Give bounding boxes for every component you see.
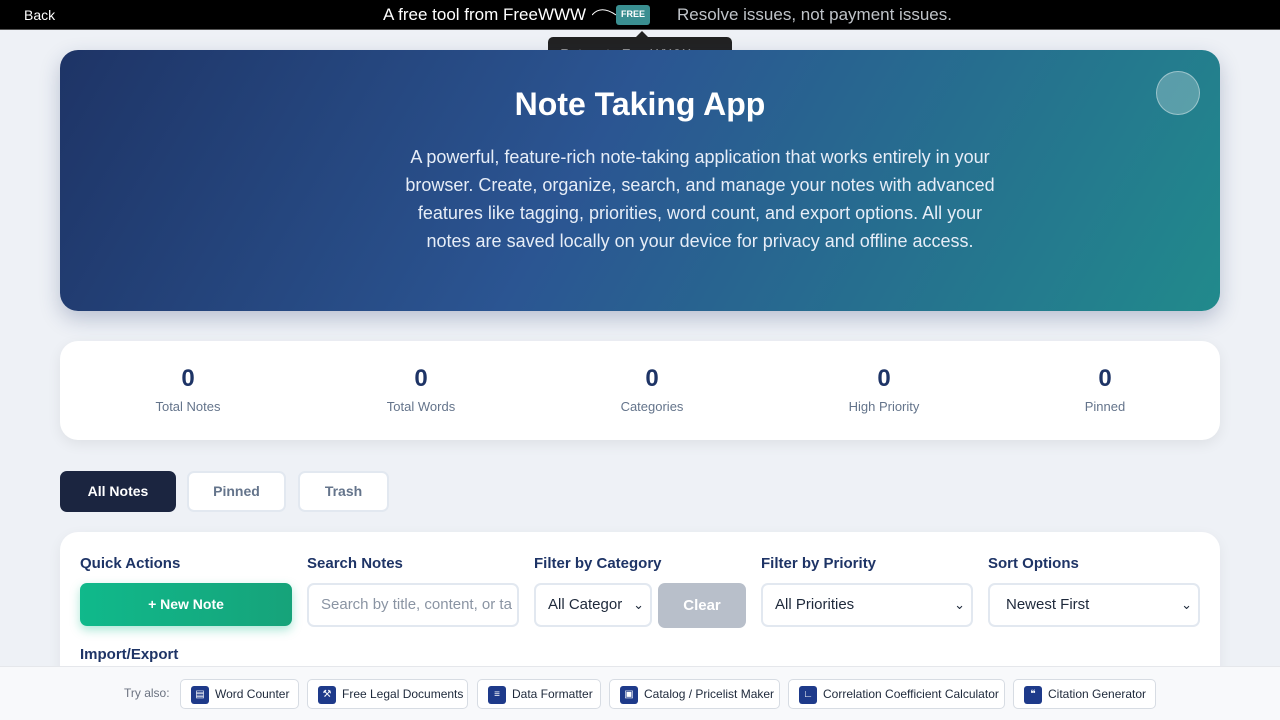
category-select-value: All Categor [548,596,623,613]
category-select[interactable]: All Categor ⌄ [534,583,652,627]
footer-link-correlation-coefficient-calculator[interactable]: ∟ Correlation Coefficient Calculator [788,679,1005,709]
sort-select-value: Newest First [1006,596,1090,613]
stat-value: 0 [1098,365,1112,392]
priority-select[interactable]: All Priorities ⌄ [761,583,973,627]
stat-value: 0 [181,365,195,392]
catalog-icon: ▣ [620,686,638,704]
stat-label: Total Words [386,399,456,414]
sort-label: Sort Options [988,555,1079,572]
quote-icon: ❝ [1024,686,1042,704]
sort-select[interactable]: Newest First ⌄ [988,583,1200,627]
back-link[interactable]: Back [24,7,55,23]
stat-total-words: 0 Total Words [321,365,521,414]
tab-pinned[interactable]: Pinned [187,471,286,512]
stat-value: 0 [877,365,891,392]
freewww-logo-icon[interactable]: FREE [592,4,650,26]
chart-icon: ∟ [799,686,817,704]
footer-link-label: Free Legal Documents [342,687,464,701]
footer-link-free-legal-documents[interactable]: ⚒ Free Legal Documents [307,679,468,709]
footer-link-data-formatter[interactable]: ≡ Data Formatter [477,679,601,709]
stat-high-priority: 0 High Priority [784,365,984,414]
brand-text: A free tool from FreeWWW [383,5,587,24]
footer-link-label: Data Formatter [512,687,593,701]
chevron-down-icon: ⌄ [954,597,965,612]
clear-button[interactable]: Clear [658,583,746,628]
stats-panel: 0 Total Notes 0 Total Words 0 Categories… [60,341,1220,440]
footer-link-label: Catalog / Pricelist Maker [644,687,775,701]
stat-label: Total Notes [155,399,221,414]
document-icon: ▤ [191,686,209,704]
quick-actions-label: Quick Actions [80,555,181,572]
logo-text: FREE [621,9,645,19]
chevron-down-icon: ⌄ [1181,597,1192,612]
category-label: Filter by Category [534,555,662,572]
footer-link-label: Word Counter [215,687,290,701]
footer-link-citation-generator[interactable]: ❝ Citation Generator [1013,679,1156,709]
footer-link-word-counter[interactable]: ▤ Word Counter [180,679,299,709]
priority-label: Filter by Priority [761,555,877,572]
try-also-label: Try also: [124,686,170,700]
footer-bar: Try also: ▤ Word Counter ⚒ Free Legal Do… [0,666,1280,720]
hero-banner: Note Taking App A powerful, feature-rich… [60,50,1220,311]
chevron-down-icon: ⌄ [633,597,644,612]
stat-value: 0 [414,365,428,392]
hero-description: A powerful, feature-rich note-taking app… [405,147,995,251]
new-note-button[interactable]: + New Note [80,583,292,626]
theme-toggle-button[interactable] [1156,71,1200,115]
tagline: Resolve issues, not payment issues. [677,5,952,24]
stat-pinned: 0 Pinned [1005,365,1205,414]
gavel-icon: ⚒ [318,686,336,704]
page-title: Note Taking App [514,86,766,122]
import-export-label: Import/Export [80,646,179,663]
priority-select-value: All Priorities [775,596,855,613]
tab-all-notes[interactable]: All Notes [60,471,176,512]
stat-label: High Priority [848,399,920,414]
stat-value: 0 [645,365,659,392]
footer-link-catalog-pricelist-maker[interactable]: ▣ Catalog / Pricelist Maker [609,679,780,709]
top-bar: Back A free tool from FreeWWW FREE Resol… [0,0,1280,30]
stat-label: Pinned [1084,399,1126,414]
footer-link-label: Citation Generator [1048,687,1147,701]
search-input[interactable]: Search by title, content, or ta [307,583,519,627]
list-icon: ≡ [488,686,506,704]
stat-total-notes: 0 Total Notes [88,365,288,414]
search-label: Search Notes [307,555,403,572]
tab-trash[interactable]: Trash [298,471,389,512]
footer-link-label: Correlation Coefficient Calculator [823,687,999,701]
stat-categories: 0 Categories [552,365,752,414]
stat-label: Categories [620,399,684,414]
